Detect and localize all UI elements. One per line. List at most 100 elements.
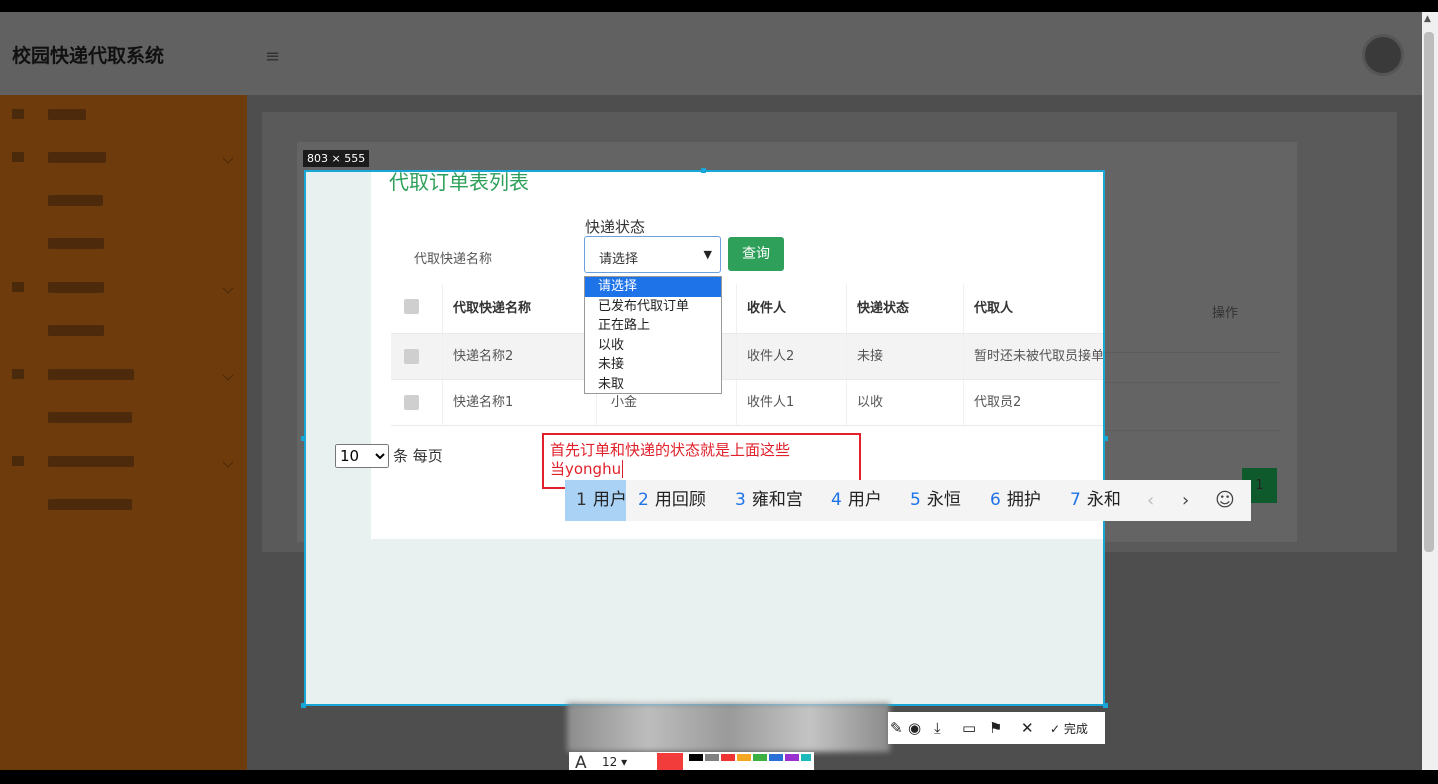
pen-icon[interactable]: ✎ (890, 719, 903, 737)
color-swatch[interactable] (689, 754, 703, 761)
sidebar-item-label (48, 369, 134, 380)
sidebar-item-label (48, 325, 104, 336)
column-header: 收件人 (737, 284, 847, 333)
color-swatch[interactable] (737, 754, 751, 761)
download-icon[interactable]: ⤓ (934, 719, 941, 737)
resize-handle[interactable] (701, 168, 706, 173)
color-swatch[interactable] (785, 754, 799, 761)
resize-handle[interactable] (301, 703, 306, 708)
menu-toggle-icon[interactable]: ≡ (265, 46, 285, 67)
sidebar-group-2[interactable] (0, 270, 247, 310)
sidebar-subitem[interactable] (0, 183, 247, 223)
dropdown-option[interactable]: 以收 (585, 336, 721, 356)
resize-handle[interactable] (1103, 703, 1108, 708)
row-checkbox[interactable] (404, 395, 419, 410)
menu-icon (12, 152, 24, 162)
ime-candidate[interactable]: 1 用户 (565, 480, 627, 521)
dropdown-option[interactable]: 已发布代取订单 (585, 297, 721, 317)
sidebar-subitem[interactable] (0, 226, 247, 266)
candidate-text: 用户 (592, 490, 627, 510)
emoji-icon[interactable]: ☺ (1215, 480, 1235, 521)
chevron-down-icon (222, 456, 234, 468)
dropdown-option[interactable]: 未取 (585, 375, 721, 395)
table-divider (1105, 430, 1280, 431)
done-button[interactable]: ✓ 完成 (1050, 720, 1088, 737)
pagination-size: 10条 每页 (335, 444, 443, 468)
sidebar-group-3[interactable] (0, 357, 247, 397)
row-checkbox[interactable] (404, 349, 419, 364)
sidebar-subitem[interactable] (0, 400, 247, 440)
close-icon[interactable]: ✕ (1021, 719, 1034, 737)
column-header: 快递状态 (847, 284, 964, 333)
text-caret (622, 460, 624, 478)
annotation-line-1: 首先订单和快递的状态就是上面这些 (550, 441, 791, 459)
color-swatch[interactable] (753, 754, 767, 761)
scroll-up-icon[interactable]: ▲ (1424, 14, 1431, 24)
sidebar-group-4[interactable] (0, 444, 247, 484)
dropdown-option[interactable]: 请选择 (585, 277, 721, 297)
dropdown-option[interactable]: 正在路上 (585, 316, 721, 336)
ime-candidate[interactable]: 2 用回顾 (638, 480, 706, 521)
ime-candidate[interactable]: 3 雍和宫 (735, 480, 803, 521)
annotation-line-2-text: 当yonghu (550, 460, 622, 478)
screen: 校园快递代取系统 ≡ 操作 1 ▲ 803 × 555 代取订单表列表 快递状态… (0, 12, 1438, 770)
capture-size-label: 803 × 555 (303, 150, 370, 167)
dropdown-option[interactable]: 未接 (585, 355, 721, 375)
font-icon[interactable]: A (575, 753, 587, 770)
cell-recipient: 收件人1 (737, 380, 847, 425)
color-swatch[interactable] (769, 754, 783, 761)
color-swatch[interactable] (721, 754, 735, 761)
status-select[interactable]: 请选择 ▼ (584, 236, 721, 273)
current-color-swatch[interactable] (657, 753, 683, 770)
sidebar-item-label (48, 412, 132, 423)
select-all-checkbox[interactable] (404, 299, 419, 314)
table-header-row: 代取快递名称 收件人 快递状态 代取人 (391, 284, 1103, 334)
chevron-down-icon: ▼ (703, 248, 712, 261)
candidate-text: 用回顾 (654, 490, 706, 510)
table-row[interactable]: 快递名称1 小金 收件人1 以收 代取员2 (391, 380, 1103, 426)
resize-handle[interactable] (301, 436, 306, 441)
chevron-down-icon (222, 369, 234, 381)
resize-handle[interactable] (1103, 436, 1108, 441)
row-checkbox-cell (391, 334, 443, 379)
candidate-number: 3 (735, 490, 746, 510)
avatar[interactable] (1362, 34, 1404, 76)
row-checkbox-cell (391, 380, 443, 425)
page-title: 代取订单表列表 (389, 170, 529, 194)
ime-next-icon[interactable]: › (1182, 480, 1189, 521)
ime-candidate[interactable]: 4 用户 (831, 480, 882, 521)
font-size-select[interactable]: 12 ▾ (602, 755, 627, 769)
sidebar-group-1[interactable] (0, 140, 247, 180)
record-icon[interactable]: ◉ (908, 719, 921, 737)
sidebar-item-home[interactable] (0, 97, 247, 137)
column-header: 代取人 (964, 284, 1103, 333)
cell-name: 快递名称1 (443, 380, 597, 425)
bookmark-icon[interactable]: ⚑ (989, 719, 1002, 737)
status-filter-label: 快递状态 (585, 218, 646, 236)
ime-candidate[interactable]: 5 永恒 (910, 480, 961, 521)
ime-candidate[interactable]: 7 永和 (1070, 480, 1121, 521)
scrollbar-thumb[interactable] (1424, 32, 1434, 552)
query-button[interactable]: 查询 (728, 237, 784, 271)
status-dropdown: 请选择 已发布代取订单 正在路上 以收 未接 未取 (584, 276, 722, 394)
app-title: 校园快递代取系统 (12, 45, 165, 67)
per-page-select[interactable]: 10 (335, 444, 389, 468)
home-icon (12, 109, 24, 119)
table-row[interactable]: 快递名称2 收件人2 未接 暂时还未被代取员接单 (391, 334, 1103, 380)
sidebar-item-label (48, 282, 104, 293)
candidate-number: 5 (910, 490, 921, 510)
ime-candidate[interactable]: 6 拥护 (990, 480, 1041, 521)
sidebar-subitem[interactable] (0, 487, 247, 527)
capture-region[interactable]: 代取订单表列表 快递状态 代取快递名称 请选择 ▼ 查询 代取快递名称 收件人 快… (304, 170, 1105, 706)
action-column-header: 操作 (1212, 306, 1239, 321)
candidate-number: 7 (1070, 490, 1081, 510)
color-swatch[interactable] (705, 754, 719, 761)
annotation-line-2: 当yonghu (550, 460, 859, 479)
table-divider (1105, 352, 1280, 353)
ime-prev-icon[interactable]: ‹ (1147, 480, 1154, 521)
sidebar-subitem[interactable] (0, 313, 247, 353)
candidate-number: 6 (990, 490, 1001, 510)
color-swatch[interactable] (801, 754, 811, 761)
save-icon[interactable]: ▭ (962, 719, 976, 737)
column-header: 代取快递名称 (443, 284, 597, 333)
